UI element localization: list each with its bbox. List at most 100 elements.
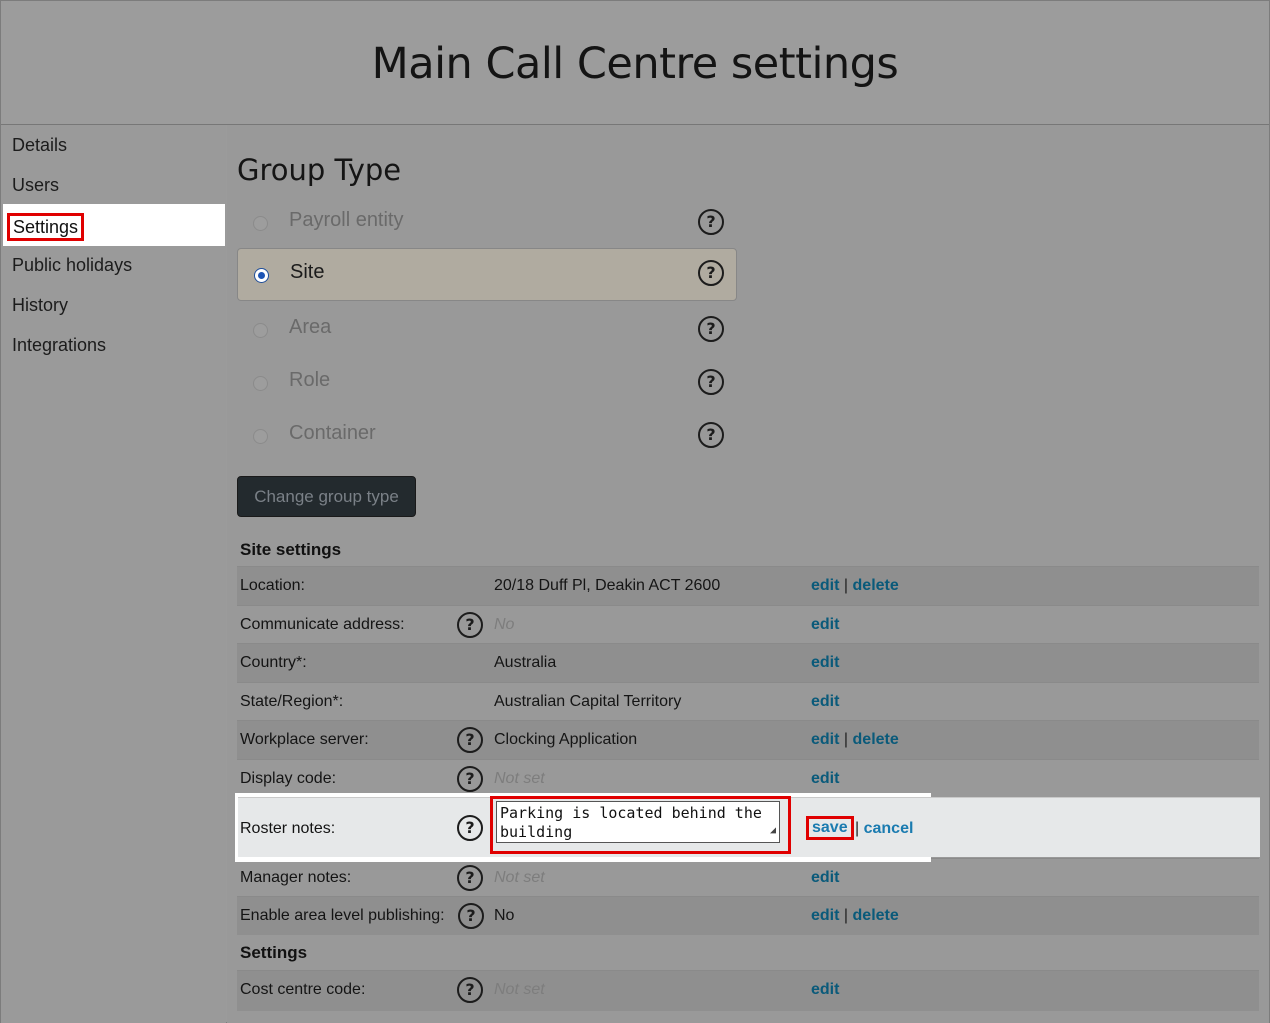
row-actions: edit | delete	[811, 577, 899, 595]
settings-row-workplace-server: Workplace server: ? Clocking Application…	[237, 720, 1259, 759]
roster-notes-highlight: Roster notes: ? Parking is located behin…	[235, 793, 1260, 862]
row-actions: edit	[811, 770, 839, 788]
edit-link[interactable]: edit	[811, 981, 839, 998]
sidebar-item-settings-label: Settings	[7, 213, 85, 241]
help-icon[interactable]: ?	[457, 612, 483, 638]
help-icon[interactable]: ?	[698, 260, 724, 286]
row-value: Australian Capital Territory	[494, 693, 682, 710]
settings-row-roster-notes: Roster notes: ? Parking is located behin…	[238, 796, 1260, 857]
settings-row-manager-notes: Manager notes: ? Not set edit	[237, 858, 1259, 897]
edit-link[interactable]: edit	[811, 907, 839, 924]
help-icon[interactable]: ?	[698, 422, 724, 448]
help-icon[interactable]: ?	[698, 316, 724, 342]
group-type-option[interactable]: Area ?	[237, 304, 737, 357]
sidebar: Details Users Settings Public holidays H…	[1, 125, 226, 1023]
help-icon[interactable]: ?	[458, 903, 484, 929]
radio-button[interactable]	[253, 216, 268, 231]
site-settings-title: Site settings	[240, 540, 342, 559]
row-label: State/Region*:	[240, 693, 344, 710]
row-value: Not set	[494, 869, 545, 886]
page-header: Main Call Centre settings	[1, 1, 1269, 125]
separator: |	[843, 907, 849, 924]
group-type-label: Area	[289, 316, 332, 338]
delete-link[interactable]: delete	[853, 907, 899, 924]
row-value: Clocking Application	[494, 731, 638, 748]
separator: |	[855, 820, 860, 837]
help-icon[interactable]: ?	[457, 977, 483, 1003]
group-type-label: Site	[290, 261, 325, 283]
settings-row-location: Location: 20/18 Duff Pl, Deakin ACT 2600…	[237, 566, 1259, 605]
roster-notes-editor: Parking is located behind the building ◢	[490, 796, 791, 854]
save-link[interactable]: save	[812, 819, 848, 836]
row-actions: edit | delete	[811, 731, 899, 749]
group-type-label: Role	[289, 369, 331, 391]
row-actions: edit	[811, 616, 839, 634]
roster-notes-text: Parking is located behind the building	[500, 804, 771, 841]
group-type-label: Container	[289, 422, 376, 444]
sidebar-item-settings[interactable]: Settings	[3, 204, 225, 246]
main-content: Group Type Payroll entity ? Site ? Area …	[227, 125, 1269, 1023]
row-value: Australia	[494, 654, 557, 671]
sidebar-item-integrations[interactable]: Integrations	[12, 335, 106, 356]
edit-link[interactable]: edit	[811, 869, 839, 886]
radio-button[interactable]	[253, 376, 268, 391]
help-icon[interactable]: ?	[698, 209, 724, 235]
change-group-type-button[interactable]: Change group type	[237, 476, 416, 517]
row-value: 20/18 Duff Pl, Deakin ACT 2600	[494, 577, 721, 594]
group-type-option[interactable]: Role ?	[237, 357, 737, 410]
row-label: Country*:	[240, 654, 307, 671]
delete-link[interactable]: delete	[853, 577, 899, 594]
row-label: Communicate address:	[240, 616, 405, 633]
settings-section-title: Settings	[240, 943, 308, 962]
row-actions: edit | delete	[811, 907, 899, 925]
cancel-group: | cancel	[855, 820, 913, 838]
row-label: Cost centre code:	[240, 981, 366, 998]
row-label: Display code:	[240, 770, 337, 787]
edit-link[interactable]: edit	[811, 654, 839, 671]
group-type-option[interactable]: Payroll entity ?	[237, 197, 737, 250]
sidebar-item-users[interactable]: Users	[12, 175, 59, 196]
page-title: Main Call Centre settings	[371, 39, 899, 89]
row-label: Workplace server:	[240, 731, 369, 748]
edit-link[interactable]: edit	[811, 693, 839, 710]
radio-button[interactable]	[254, 268, 269, 283]
delete-link[interactable]: delete	[853, 731, 899, 748]
row-label: Roster notes:	[240, 820, 336, 837]
row-value: Not set	[494, 770, 545, 787]
row-label: Enable area level publishing:	[240, 907, 445, 924]
save-link-highlight: save	[806, 816, 854, 840]
resize-handle-icon[interactable]: ◢	[770, 821, 776, 840]
row-value: No	[494, 907, 515, 924]
sidebar-item-history[interactable]: History	[12, 295, 68, 316]
row-label: Manager notes:	[240, 869, 352, 886]
radio-button[interactable]	[253, 429, 268, 444]
settings-row-cost-centre-code: Cost centre code: ? Not set edit	[237, 970, 1259, 1011]
roster-notes-textarea[interactable]: Parking is located behind the building ◢	[496, 801, 780, 843]
sidebar-item-details[interactable]: Details	[12, 135, 67, 156]
cancel-link[interactable]: cancel	[864, 820, 914, 837]
edit-link[interactable]: edit	[811, 770, 839, 787]
help-icon[interactable]: ?	[457, 865, 483, 891]
sidebar-item-public-holidays[interactable]: Public holidays	[12, 255, 132, 276]
row-actions: edit	[811, 654, 839, 672]
group-type-option[interactable]: Site ?	[237, 248, 737, 301]
row-actions: edit	[811, 981, 839, 999]
row-actions: edit	[811, 693, 839, 711]
separator: |	[843, 731, 849, 748]
help-icon[interactable]: ?	[457, 766, 483, 792]
row-actions: edit	[811, 869, 839, 887]
settings-row-country: Country*: Australia edit	[237, 643, 1259, 682]
settings-row-communicate-address: Communicate address: ? No edit	[237, 605, 1259, 644]
group-type-title: Group Type	[237, 153, 402, 187]
radio-button[interactable]	[253, 323, 268, 338]
row-label: Location:	[240, 577, 305, 594]
edit-link[interactable]: edit	[811, 616, 839, 633]
help-icon[interactable]: ?	[457, 815, 483, 841]
edit-link[interactable]: edit	[811, 577, 839, 594]
row-value: No	[494, 616, 515, 633]
edit-link[interactable]: edit	[811, 731, 839, 748]
separator: |	[843, 577, 849, 594]
group-type-option[interactable]: Container ?	[237, 410, 737, 463]
help-icon[interactable]: ?	[457, 727, 483, 753]
help-icon[interactable]: ?	[698, 369, 724, 395]
